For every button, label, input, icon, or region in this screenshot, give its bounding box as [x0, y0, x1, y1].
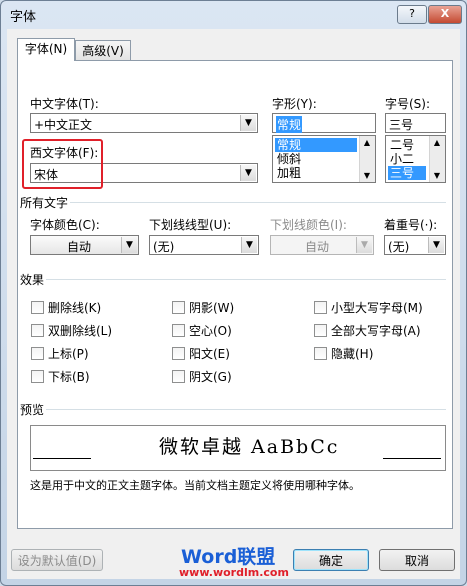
chevron-down-icon[interactable]: ▼	[121, 237, 137, 253]
checkbox-label-shadow[interactable]: 阴影(W)	[189, 299, 234, 316]
size-input-value: 三号	[389, 118, 414, 132]
tab-panel-font: 中文字体(T): 字形(Y): 字号(S): +中文正文 ▼ 常规 三号 常规 …	[17, 60, 453, 529]
scroll-down-icon[interactable]: ▼	[432, 171, 442, 180]
cancel-button[interactable]: 取消	[379, 549, 455, 571]
help-button[interactable]: ?	[397, 5, 427, 24]
chinese-font-select[interactable]: +中文正文 ▼	[30, 113, 258, 133]
checkbox[interactable]	[31, 347, 44, 360]
dialog-body: 字体(N) 高级(V) 中文字体(T): 字形(Y): 字号(S): +中文正文…	[7, 29, 460, 579]
checkbox[interactable]	[31, 370, 44, 383]
checkbox[interactable]	[172, 324, 185, 337]
watermark-logo: Word联盟	[181, 546, 276, 568]
list-item[interactable]: 倾斜	[275, 152, 301, 166]
effects-heading: 效果	[20, 273, 45, 287]
scroll-up-icon[interactable]: ▲	[432, 138, 442, 147]
checkbox[interactable]	[172, 370, 185, 383]
all-text-heading: 所有文字	[20, 196, 69, 210]
preview-baseline-right	[383, 458, 441, 459]
emphasis-value: (无)	[388, 240, 410, 254]
preview-baseline-left	[33, 458, 91, 459]
chevron-down-icon[interactable]: ▼	[428, 237, 444, 253]
style-list[interactable]: 常规 倾斜 加粗 ▲ ▼	[272, 135, 376, 183]
close-button[interactable]: X	[428, 5, 462, 24]
checkbox[interactable]	[172, 347, 185, 360]
style-label: 字形(Y):	[272, 97, 317, 111]
title-bar: 字体 ? X	[0, 0, 467, 28]
checkbox-label-double-strikethrough[interactable]: 双删除线(L)	[48, 322, 112, 339]
tab-font[interactable]: 字体(N)	[17, 38, 75, 61]
checkbox[interactable]	[172, 301, 185, 314]
chinese-font-value: +中文正文	[34, 118, 93, 132]
checkbox-label-hidden[interactable]: 隐藏(H)	[331, 345, 373, 362]
font-color-select[interactable]: 自动 ▼	[30, 235, 139, 255]
underline-color-value: 自动	[305, 240, 330, 254]
scroll-up-icon[interactable]: ▲	[362, 138, 372, 147]
checkbox[interactable]	[31, 301, 44, 314]
checkbox[interactable]	[314, 324, 327, 337]
chinese-font-label: 中文字体(T):	[30, 97, 99, 111]
font-color-value: 自动	[67, 240, 92, 254]
size-input[interactable]: 三号	[385, 113, 446, 133]
checkbox-label-strikethrough[interactable]: 删除线(K)	[48, 299, 101, 316]
preview-box: 微软卓越 AaBbCc	[30, 425, 446, 471]
scroll-down-icon[interactable]: ▼	[362, 171, 372, 180]
checkbox-label-emboss[interactable]: 阳文(E)	[189, 345, 230, 362]
divider	[70, 202, 446, 203]
checkbox[interactable]	[31, 324, 44, 337]
checkbox[interactable]	[314, 347, 327, 360]
ok-button[interactable]: 确定	[293, 549, 369, 571]
scrollbar[interactable]: ▲ ▼	[359, 136, 375, 182]
watermark-url: www.wordlm.com	[179, 566, 289, 579]
preview-note: 这是用于中文的正文主题字体。当前文档主题定义将使用哪种字体。	[30, 479, 360, 492]
annotation-highlight-box	[22, 139, 103, 189]
underline-style-value: (无)	[153, 240, 175, 254]
list-item[interactable]: 加粗	[275, 166, 301, 180]
set-default-button[interactable]: 设为默认值(D)	[11, 549, 103, 571]
tab-advanced[interactable]: 高级(V)	[75, 40, 131, 61]
underline-color-label: 下划线颜色(I):	[270, 218, 347, 232]
checkbox-label-engrave[interactable]: 阴文(G)	[189, 368, 232, 385]
style-input[interactable]: 常规	[272, 113, 376, 133]
checkbox-label-superscript[interactable]: 上标(P)	[48, 345, 89, 362]
preview-heading: 预览	[20, 403, 45, 417]
size-label: 字号(S):	[385, 97, 431, 111]
underline-style-select[interactable]: (无) ▼	[149, 235, 259, 255]
checkbox[interactable]	[314, 301, 327, 314]
font-color-label: 字体颜色(C):	[30, 218, 100, 232]
preview-sample-text: 微软卓越 AaBbCc	[159, 436, 340, 458]
divider	[46, 409, 446, 410]
dialog-title: 字体	[10, 10, 37, 25]
scrollbar[interactable]: ▲ ▼	[429, 136, 445, 182]
checkbox-label-subscript[interactable]: 下标(B)	[48, 368, 90, 385]
emphasis-select[interactable]: (无) ▼	[384, 235, 446, 255]
list-item[interactable]: 三号	[388, 166, 426, 180]
underline-color-select: 自动 ▼	[270, 235, 374, 255]
size-list[interactable]: 二号 小二 三号 ▲ ▼	[385, 135, 446, 183]
style-input-value: 常规	[276, 116, 303, 133]
chevron-down-icon[interactable]: ▼	[240, 115, 256, 131]
divider	[46, 279, 446, 280]
list-item[interactable]: 小二	[388, 152, 414, 166]
chevron-down-icon: ▼	[356, 237, 372, 253]
checkbox-label-all-caps[interactable]: 全部大写字母(A)	[331, 322, 421, 339]
list-item[interactable]: 二号	[388, 138, 414, 152]
chevron-down-icon[interactable]: ▼	[240, 165, 256, 181]
checkbox-label-outline[interactable]: 空心(O)	[189, 322, 232, 339]
chevron-down-icon[interactable]: ▼	[241, 237, 257, 253]
underline-style-label: 下划线线型(U):	[149, 218, 232, 232]
emphasis-label: 着重号(·):	[384, 218, 438, 232]
list-item[interactable]: 常规	[275, 138, 357, 152]
checkbox-label-small-caps[interactable]: 小型大写字母(M)	[331, 299, 423, 316]
